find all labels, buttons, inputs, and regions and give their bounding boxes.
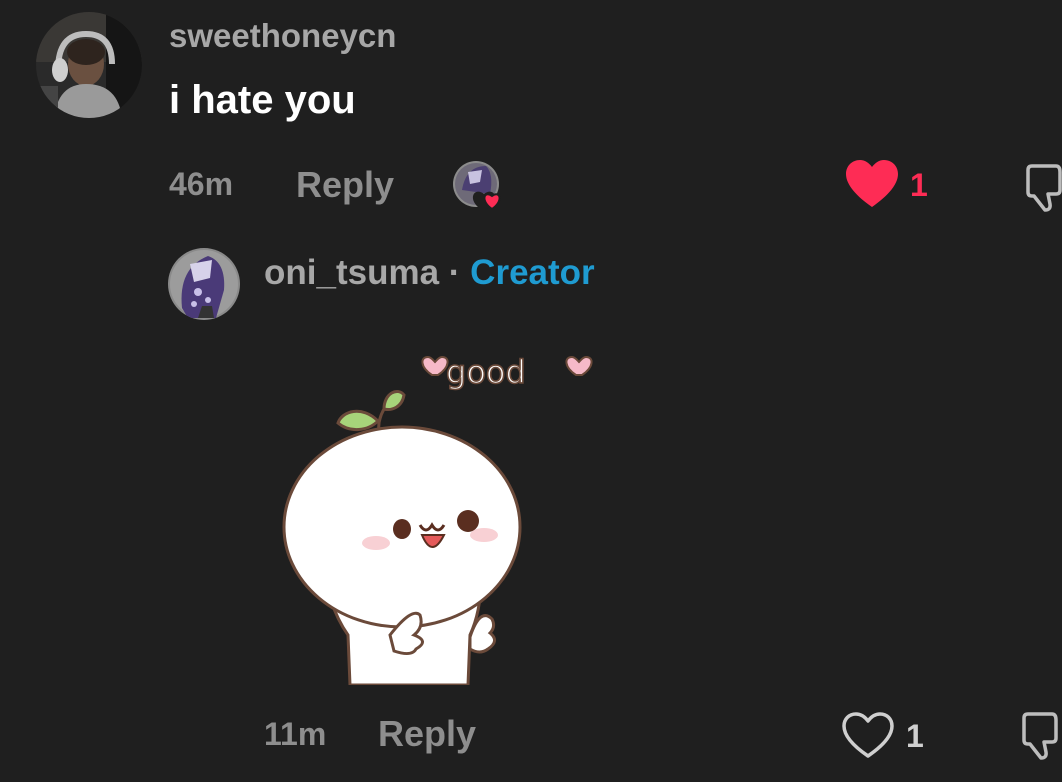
creator-username-line: oni_tsuma · Creator (264, 253, 595, 293)
reply-sticker[interactable]: good (280, 345, 610, 687)
creator-badge: Creator (470, 253, 595, 292)
like-button[interactable]: 1 (846, 160, 928, 210)
creator-liked-badge-icon (453, 161, 501, 211)
creator-liked-badge (452, 160, 516, 214)
comment-text: i hate you (169, 78, 356, 122)
good-sticker-image: good (282, 352, 593, 687)
creator-username[interactable]: oni_tsuma (264, 253, 439, 292)
commenter-avatar[interactable] (36, 12, 142, 118)
like-count: 1 (910, 166, 928, 203)
reply-reply-button[interactable]: Reply (378, 713, 476, 755)
sticker-caption: good (446, 353, 526, 391)
reply-timestamp: 11m (264, 716, 327, 752)
commenter-username[interactable]: sweethoneycn (169, 17, 396, 55)
reply-like-count: 1 (906, 717, 924, 754)
separator-dot: · (448, 253, 461, 292)
heart-icon (846, 160, 898, 207)
comment-timestamp: 46m (169, 166, 234, 202)
reply-like-button[interactable]: 1 (842, 712, 924, 760)
creator-avatar[interactable] (168, 248, 240, 320)
comment-thread: sweethoneycn i hate you 46m Reply 1 oni_… (0, 0, 1062, 782)
thumbs-down-icon (1026, 164, 1062, 212)
reply-button[interactable]: Reply (296, 164, 394, 206)
heart-outline-icon (842, 712, 894, 758)
reply-dislike-button[interactable] (1022, 712, 1058, 765)
dislike-button[interactable] (1026, 164, 1062, 217)
thumbs-down-icon (1022, 712, 1058, 760)
